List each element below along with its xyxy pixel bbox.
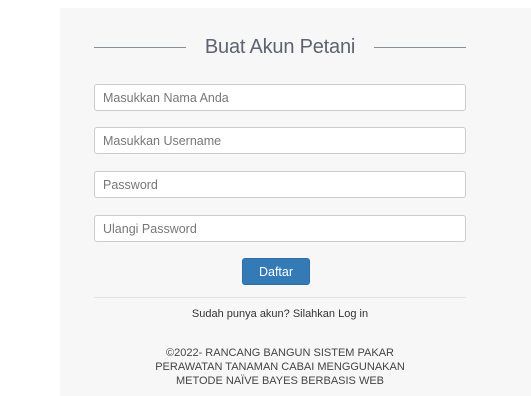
- footer-line: METODE NAÏVE BAYES BERBASIS WEB: [175, 375, 385, 387]
- footer-line: ©2022- RANCANG BANGUN SISTEM PAKAR: [166, 347, 394, 359]
- password-input[interactable]: [94, 171, 466, 198]
- register-button[interactable]: Daftar: [242, 258, 310, 285]
- confirm-password-input[interactable]: [94, 215, 466, 242]
- form-header: Buat Akun Petani: [94, 33, 466, 61]
- login-link[interactable]: Sudah punya akun? Silahkan Log in: [94, 308, 466, 320]
- username-input[interactable]: [94, 127, 466, 154]
- title-left-rule: [94, 46, 186, 48]
- footer-line: PERAWATAN TANAMAN CABAI MENGGUNAKAN: [155, 361, 405, 373]
- form-title: Buat Akun Petani: [204, 35, 356, 58]
- footer: ©2022- RANCANG BANGUN SISTEM PAKAR PERAW…: [94, 346, 466, 388]
- name-input[interactable]: [94, 84, 466, 111]
- divider: [94, 297, 466, 298]
- title-right-rule: [374, 46, 466, 48]
- registration-panel: [60, 8, 531, 396]
